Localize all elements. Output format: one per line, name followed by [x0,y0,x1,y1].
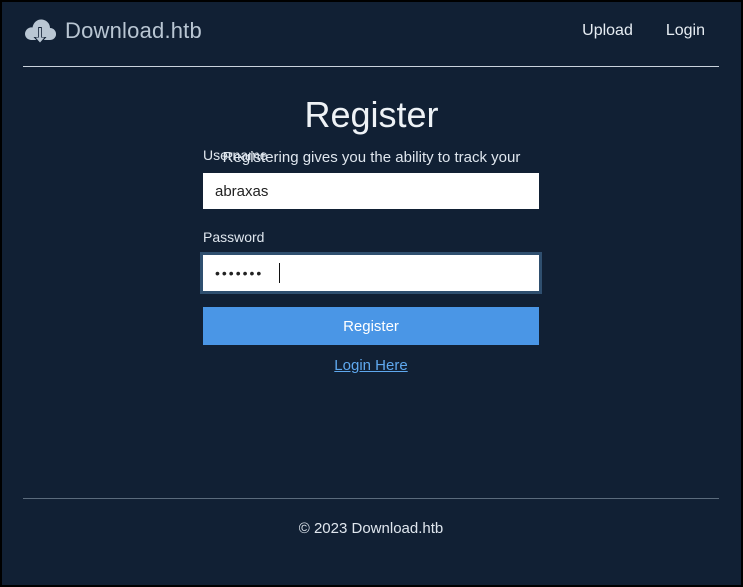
username-input[interactable] [203,173,539,209]
brand-name: Download.htb [65,18,202,43]
register-button[interactable]: Register [203,307,539,345]
cloud-download-icon [25,19,57,44]
password-label: Password [203,229,265,245]
header: Download.htb Upload Login [23,2,719,67]
password-input[interactable] [203,255,539,291]
page-title: Register [304,94,439,135]
register-form: Username Password Register Login Here [203,147,539,374]
nav-upload-link[interactable]: Upload [582,22,633,40]
brand-link[interactable]: Download.htb [23,14,202,48]
password-field [203,255,539,291]
text-caret [279,263,280,283]
login-here-link[interactable]: Login Here [203,357,539,374]
top-nav: Upload Login [582,22,705,40]
username-label: Username [203,147,268,163]
page: Download.htb Upload Login Register Regis… [0,0,743,587]
nav-login-link[interactable]: Login [666,22,705,40]
footer: © 2023 Download.htb [23,498,719,537]
footer-copyright: © 2023 Download.htb [298,520,444,537]
